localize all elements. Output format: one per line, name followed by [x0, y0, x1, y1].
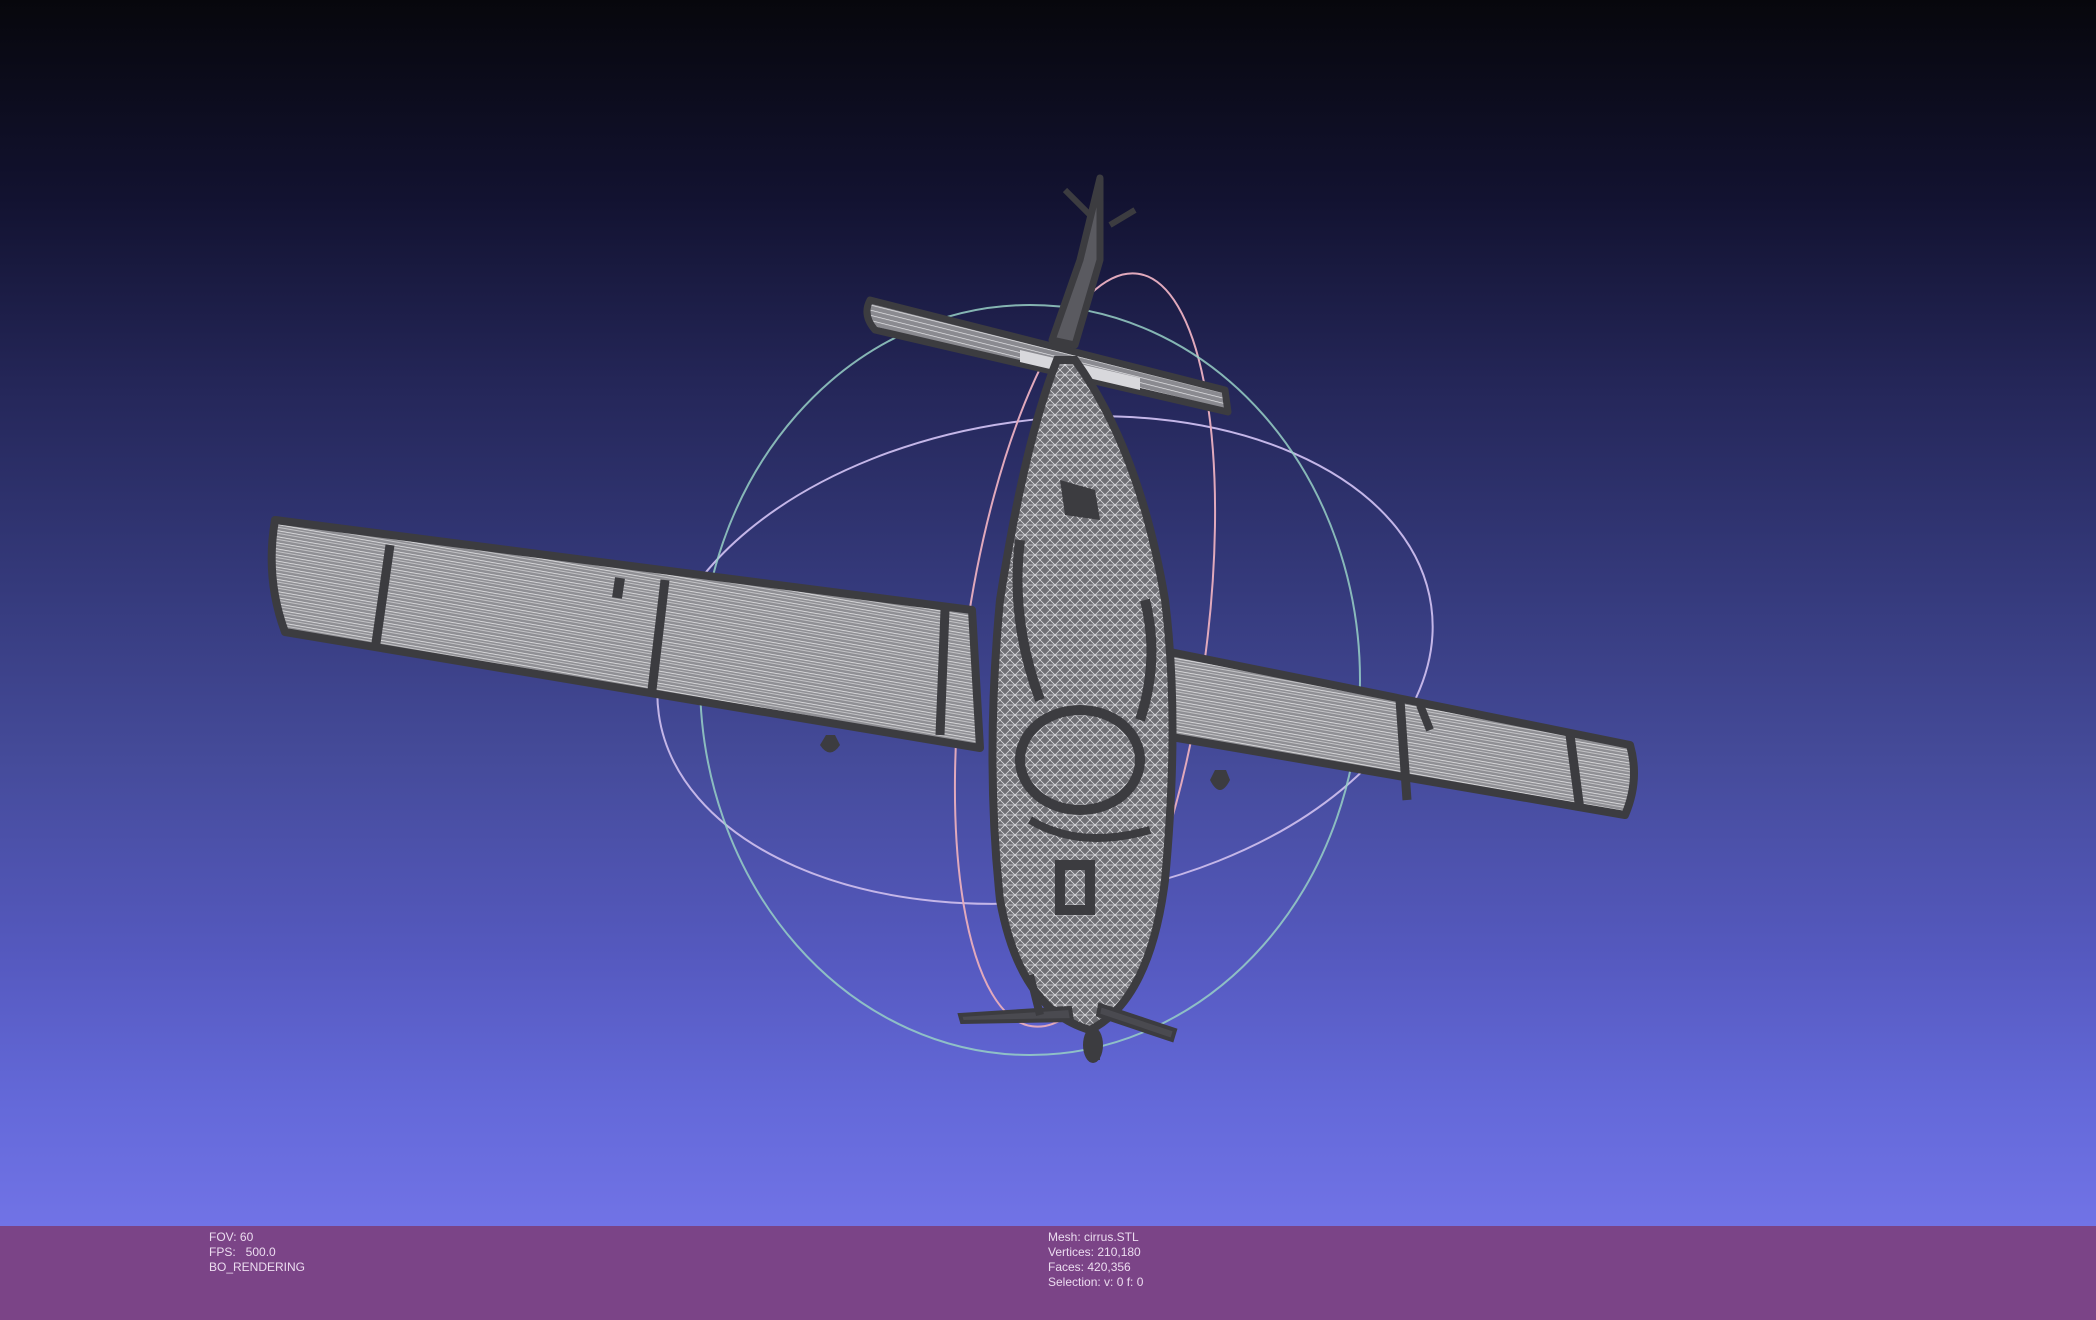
mesh-render-canvas[interactable]: [0, 0, 2096, 1226]
render-info-panel: FOV: 60 FPS: 500.0 BO_RENDERING: [209, 1230, 305, 1275]
mesh-name-label: Mesh: cirrus.STL: [1048, 1230, 1139, 1244]
mesh-info-panel: Mesh: cirrus.STL Vertices: 210,180 Faces…: [1048, 1230, 1143, 1290]
airplane-wireframe-icon[interactable]: [267, 174, 1638, 1063]
faces-count-label: Faces: 420,356: [1048, 1260, 1131, 1274]
selection-info-label: Selection: v: 0 f: 0: [1048, 1275, 1144, 1289]
vertices-count-label: Vertices: 210,180: [1048, 1245, 1141, 1259]
3d-viewport[interactable]: [0, 0, 2096, 1226]
fov-label: FOV: 60: [209, 1230, 254, 1244]
fps-label: FPS: 500.0: [209, 1245, 276, 1259]
render-mode-label: BO_RENDERING: [209, 1260, 306, 1274]
